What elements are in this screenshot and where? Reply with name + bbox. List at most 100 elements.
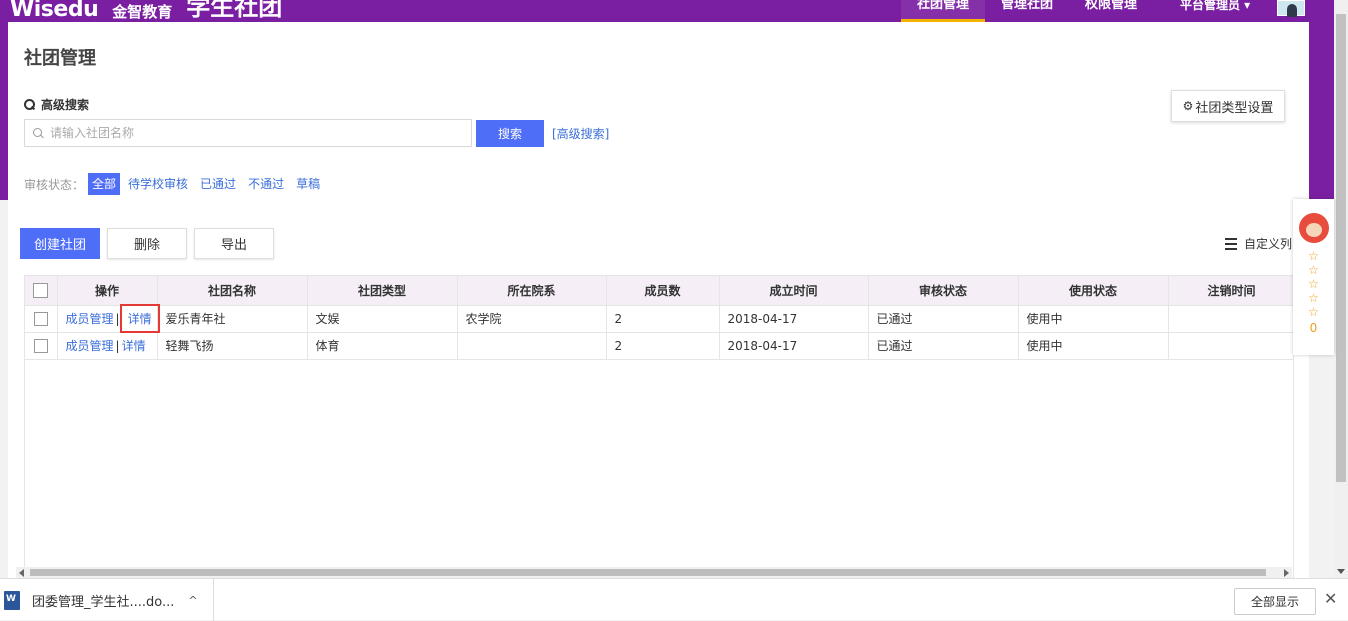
cell-department (457, 332, 607, 360)
column-header: 操作 (57, 276, 158, 306)
scroll-down-icon[interactable] (1337, 569, 1345, 574)
cell-member-count: 2 (606, 305, 720, 333)
select-all-cell (25, 276, 58, 306)
table-row: 成员管理 | 详情 轻舞飞扬 体育 2 2018-04-17 已通过 使用中 (25, 332, 1293, 360)
action-separator: | (115, 339, 120, 353)
row-select-cell (25, 332, 58, 360)
row-select-cell (25, 305, 58, 333)
brand: Wisedu 金智教育 学生社团 (10, 0, 282, 22)
cell-club-type: 体育 (307, 332, 458, 360)
cell-review-status: 已通过 (868, 305, 1019, 333)
advanced-search-heading: 高级搜索 (24, 96, 89, 113)
scroll-thumb[interactable] (30, 569, 1266, 576)
vertical-scrollbar[interactable] (1334, 0, 1348, 578)
search-input[interactable] (50, 126, 450, 140)
columns-icon (1225, 237, 1237, 250)
member-management-link[interactable]: 成员管理 (66, 312, 114, 326)
filter-approved[interactable]: 已通过 (196, 173, 240, 195)
club-table: 操作 社团名称 社团类型 所在院系 成员数 成立时间 审核状态 使用状态 注销时… (24, 275, 1294, 579)
cell-founded-date: 2018-04-17 (719, 305, 869, 333)
table-row: 成员管理 | 详情 爱乐青年社 文娱 农学院 2 2018-04-17 已通过 使用… (25, 304, 1293, 333)
column-header[interactable]: 使用状态 (1018, 276, 1169, 306)
search-button[interactable]: 搜索 (476, 120, 544, 147)
filter-rejected[interactable]: 不通过 (244, 173, 288, 195)
mascot-icon[interactable] (1298, 213, 1329, 243)
highlight-box: 详情 (119, 304, 160, 333)
page-title: 社团管理 (24, 48, 96, 69)
cell-usage-status: 使用中 (1018, 332, 1169, 360)
club-type-settings-button[interactable]: ⚙ 社团类型设置 (1171, 90, 1285, 122)
main-panel: 社团管理 高级搜索 搜索 [高级搜索] ⚙ 社团类型设置 审核状态： 全部 待学… (8, 22, 1309, 582)
star-icon[interactable]: ☆ (1293, 263, 1334, 277)
column-header[interactable]: 成立时间 (719, 276, 869, 306)
status-filter: 审核状态： 全部 待学校审核 已通过 不通过 草稿 (24, 173, 328, 195)
club-type-settings-label: 社团类型设置 (1195, 100, 1274, 116)
chevron-up-icon[interactable]: ^ (188, 594, 197, 607)
nav-tab-club-management[interactable]: 社团管理 (901, 0, 986, 22)
row-actions: 成员管理 | 详情 (57, 304, 160, 333)
column-header[interactable]: 审核状态 (868, 276, 1019, 306)
gear-icon: ⚙ (1182, 99, 1194, 113)
show-all-button[interactable]: 全部显示 (1234, 588, 1316, 615)
advanced-search-title: 高级搜索 (41, 98, 90, 112)
search-icon (24, 99, 35, 110)
status-filter-label: 审核状态： (24, 177, 85, 192)
brand-cn-name: 金智教育 (112, 3, 173, 21)
member-management-link[interactable]: 成员管理 (66, 339, 114, 353)
scroll-right-icon[interactable] (1284, 569, 1289, 577)
custom-columns-button[interactable]: 自定义列 (1225, 235, 1292, 252)
delete-button[interactable]: 删除 (107, 228, 187, 259)
download-bar: 团委管理_学生社....do... ^ 全部显示 ✕ (0, 578, 1348, 621)
top-nav: 社团管理 管理社团 权限管理 (901, 0, 1153, 22)
cell-member-count: 2 (606, 332, 720, 360)
rating-widget: ☆ ☆ ☆ ☆ ☆ 0 (1293, 199, 1334, 355)
scroll-thumb[interactable] (1336, 14, 1346, 482)
user-menu[interactable]: 平台管理员 ▾ (1180, 0, 1250, 13)
download-file-name[interactable]: 团委管理_学生社....do... (32, 591, 174, 610)
row-checkbox[interactable] (33, 338, 48, 353)
scroll-left-icon[interactable] (19, 569, 24, 577)
row-actions: 成员管理 | 详情 (57, 332, 158, 360)
advanced-search-link[interactable]: [高级搜索] (552, 125, 609, 142)
filter-all[interactable]: 全部 (88, 173, 121, 195)
select-all-checkbox[interactable] (33, 282, 49, 298)
cell-cancel-date (1168, 305, 1293, 333)
search-icon (33, 127, 44, 139)
detail-link[interactable]: 详情 (128, 312, 152, 326)
detail-link[interactable]: 详情 (122, 339, 146, 353)
cell-review-status: 已通过 (868, 332, 1019, 360)
row-checkbox[interactable] (33, 311, 48, 326)
table-header-row: 操作 社团名称 社团类型 所在院系 成员数 成立时间 审核状态 使用状态 注销时… (25, 276, 1293, 306)
nav-tab-permissions[interactable]: 权限管理 (1069, 0, 1153, 22)
search-box (24, 119, 472, 147)
column-header[interactable]: 所在院系 (457, 276, 607, 306)
cell-department: 农学院 (457, 305, 607, 333)
word-document-icon (4, 590, 20, 610)
column-header[interactable]: 社团类型 (307, 276, 458, 306)
cell-club-name: 爱乐青年社 (157, 305, 308, 333)
create-club-button[interactable]: 创建社团 (20, 228, 100, 259)
download-item[interactable]: 团委管理_学生社....do... ^ (0, 579, 214, 621)
wisedu-logo: Wisedu (10, 0, 99, 22)
cell-usage-status: 使用中 (1018, 305, 1169, 333)
rating-score: 0 (1309, 321, 1318, 335)
app-title: 学生社团 (186, 0, 283, 21)
nav-tab-manage-clubs[interactable]: 管理社团 (985, 0, 1069, 22)
star-icon[interactable]: ☆ (1293, 291, 1334, 305)
close-icon[interactable]: ✕ (1324, 589, 1337, 608)
custom-columns-label: 自定义列 (1244, 237, 1293, 251)
cell-club-name: 轻舞飞扬 (157, 332, 308, 360)
column-header[interactable]: 社团名称 (157, 276, 308, 306)
action-toolbar: 创建社团 删除 导出 (20, 228, 281, 259)
star-icon[interactable]: ☆ (1293, 249, 1334, 263)
export-button[interactable]: 导出 (194, 228, 274, 259)
filter-draft[interactable]: 草稿 (292, 173, 324, 195)
star-icon[interactable]: ☆ (1293, 305, 1334, 319)
filter-pending[interactable]: 待学校审核 (124, 173, 192, 195)
star-icon[interactable]: ☆ (1293, 277, 1334, 291)
column-header[interactable]: 注销时间 (1168, 276, 1293, 306)
cell-club-type: 文娱 (307, 305, 458, 333)
column-header[interactable]: 成员数 (606, 276, 720, 306)
avatar[interactable] (1277, 0, 1305, 17)
cell-founded-date: 2018-04-17 (719, 332, 869, 360)
